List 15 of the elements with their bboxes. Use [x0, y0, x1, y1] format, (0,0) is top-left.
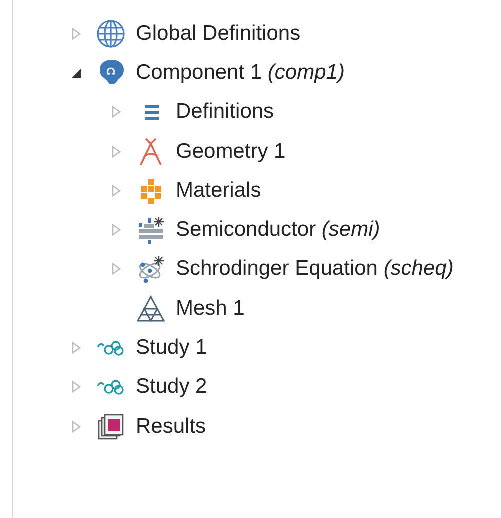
tree-item-label[interactable]: Semiconductor (semi)	[176, 218, 380, 242]
globe-icon	[96, 18, 126, 49]
tree-item-label[interactable]: Schrodinger Equation (scheq)	[176, 257, 454, 282]
tree-item-label[interactable]: Definitions	[176, 100, 274, 124]
tree-item-label[interactable]: Study 1	[136, 336, 208, 360]
tree-item-label[interactable]: Study 2	[136, 375, 208, 400]
tree-item-label[interactable]: Component 1 (comp1)	[136, 60, 345, 85]
results-icon	[96, 412, 126, 442]
tree-item-label[interactable]: Mesh 1	[176, 296, 245, 321]
semiconductor-icon	[136, 215, 166, 246]
tree-item-label[interactable]: Materials	[176, 178, 262, 203]
triangle-mesh-icon	[136, 294, 166, 324]
tree-item-label[interactable]: Results	[136, 414, 206, 439]
tree-item-label[interactable]: Global Definitions	[136, 22, 301, 46]
tree-item-label[interactable]: Geometry 1	[176, 140, 286, 164]
